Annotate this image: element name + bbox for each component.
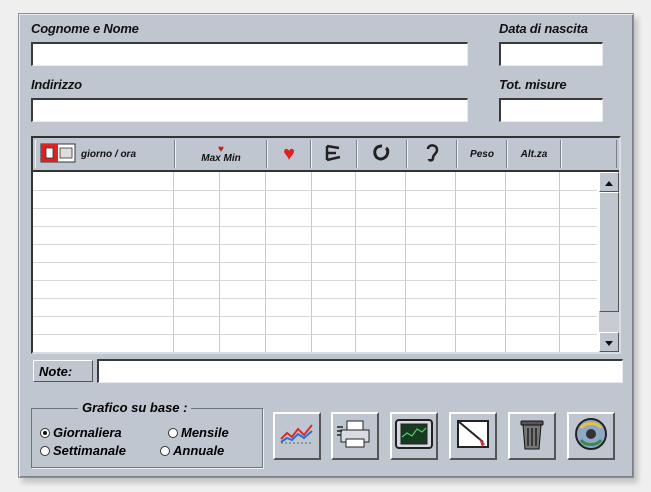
total-measures-label: Tot. misure bbox=[499, 77, 567, 92]
calendar-icon bbox=[40, 143, 76, 166]
address-label: Indirizzo bbox=[31, 77, 82, 92]
gauge-icon bbox=[324, 144, 344, 165]
radio-settimanale[interactable]: Settimanale bbox=[40, 443, 126, 458]
heart-icon: ♥ bbox=[283, 142, 295, 165]
column-header-date[interactable]: giorno / ora bbox=[35, 140, 175, 168]
ear-icon bbox=[424, 143, 440, 166]
exit-button[interactable] bbox=[567, 412, 615, 460]
table-body[interactable] bbox=[33, 172, 597, 352]
radio-unselected-icon bbox=[160, 445, 170, 456]
table-header: giorno / ora ♥ Max Min ♥ Peso Alt.za bbox=[33, 138, 619, 172]
note-field[interactable] bbox=[97, 359, 623, 383]
chart-icon bbox=[279, 421, 315, 452]
exit-icon bbox=[573, 416, 609, 457]
monitor-button[interactable] bbox=[390, 412, 438, 460]
name-label: Cognome e Nome bbox=[31, 21, 139, 36]
edit-icon bbox=[455, 418, 491, 455]
column-header-lungs[interactable] bbox=[357, 140, 407, 168]
radio-giornaliera-label: Giornaliera bbox=[53, 425, 122, 440]
column-header-max-min[interactable]: ♥ Max Min bbox=[175, 140, 267, 168]
trash-icon bbox=[518, 417, 546, 456]
delete-button[interactable] bbox=[508, 412, 556, 460]
arrow-down-icon bbox=[605, 333, 613, 351]
print-button[interactable] bbox=[331, 412, 379, 460]
column-header-heart[interactable]: ♥ bbox=[267, 140, 311, 168]
chart-basis-group: Grafico su base : Giornaliera Mensile Se… bbox=[31, 400, 263, 468]
vertical-scrollbar[interactable] bbox=[599, 172, 619, 352]
column-header-ear[interactable] bbox=[407, 140, 457, 168]
radio-selected-icon bbox=[40, 427, 50, 438]
arrow-up-icon bbox=[605, 173, 613, 191]
edit-button[interactable] bbox=[449, 412, 497, 460]
column-header-empty bbox=[561, 140, 617, 168]
scroll-down-button[interactable] bbox=[599, 332, 619, 352]
column-header-height[interactable]: Alt.za bbox=[507, 140, 561, 168]
printer-icon bbox=[337, 419, 373, 454]
birth-date-field[interactable] bbox=[499, 42, 603, 66]
radio-annuale-label: Annuale bbox=[173, 443, 225, 458]
radio-giornaliera[interactable]: Giornaliera bbox=[40, 425, 122, 440]
column-header-weight[interactable]: Peso bbox=[457, 140, 507, 168]
birth-date-label: Data di nascita bbox=[499, 21, 588, 36]
note-label: Note: bbox=[33, 360, 93, 382]
column-header-date-label: giorno / ora bbox=[81, 148, 136, 160]
radio-mensile[interactable]: Mensile bbox=[168, 425, 229, 440]
name-field[interactable] bbox=[31, 42, 468, 66]
radio-mensile-label: Mensile bbox=[181, 425, 229, 440]
scroll-thumb[interactable] bbox=[599, 192, 619, 312]
column-header-gauge[interactable] bbox=[311, 140, 357, 168]
lungs-icon bbox=[372, 144, 392, 165]
radio-unselected-icon bbox=[168, 427, 178, 438]
radio-annuale[interactable]: Annuale bbox=[160, 443, 224, 458]
monitor-icon bbox=[395, 418, 433, 454]
radio-settimanale-label: Settimanale bbox=[53, 443, 126, 458]
scroll-up-button[interactable] bbox=[599, 172, 619, 192]
measurements-table: giorno / ora ♥ Max Min ♥ Peso Alt.za bbox=[31, 136, 621, 354]
chart-button[interactable] bbox=[273, 412, 321, 460]
address-field[interactable] bbox=[31, 98, 468, 122]
total-measures-field[interactable] bbox=[499, 98, 603, 122]
column-header-max-min-label: Max Min bbox=[201, 153, 241, 164]
chart-basis-title: Grafico su base : bbox=[78, 400, 192, 415]
main-panel: Cognome e Nome Data di nascita Indirizzo… bbox=[18, 13, 634, 478]
radio-unselected-icon bbox=[40, 445, 50, 456]
